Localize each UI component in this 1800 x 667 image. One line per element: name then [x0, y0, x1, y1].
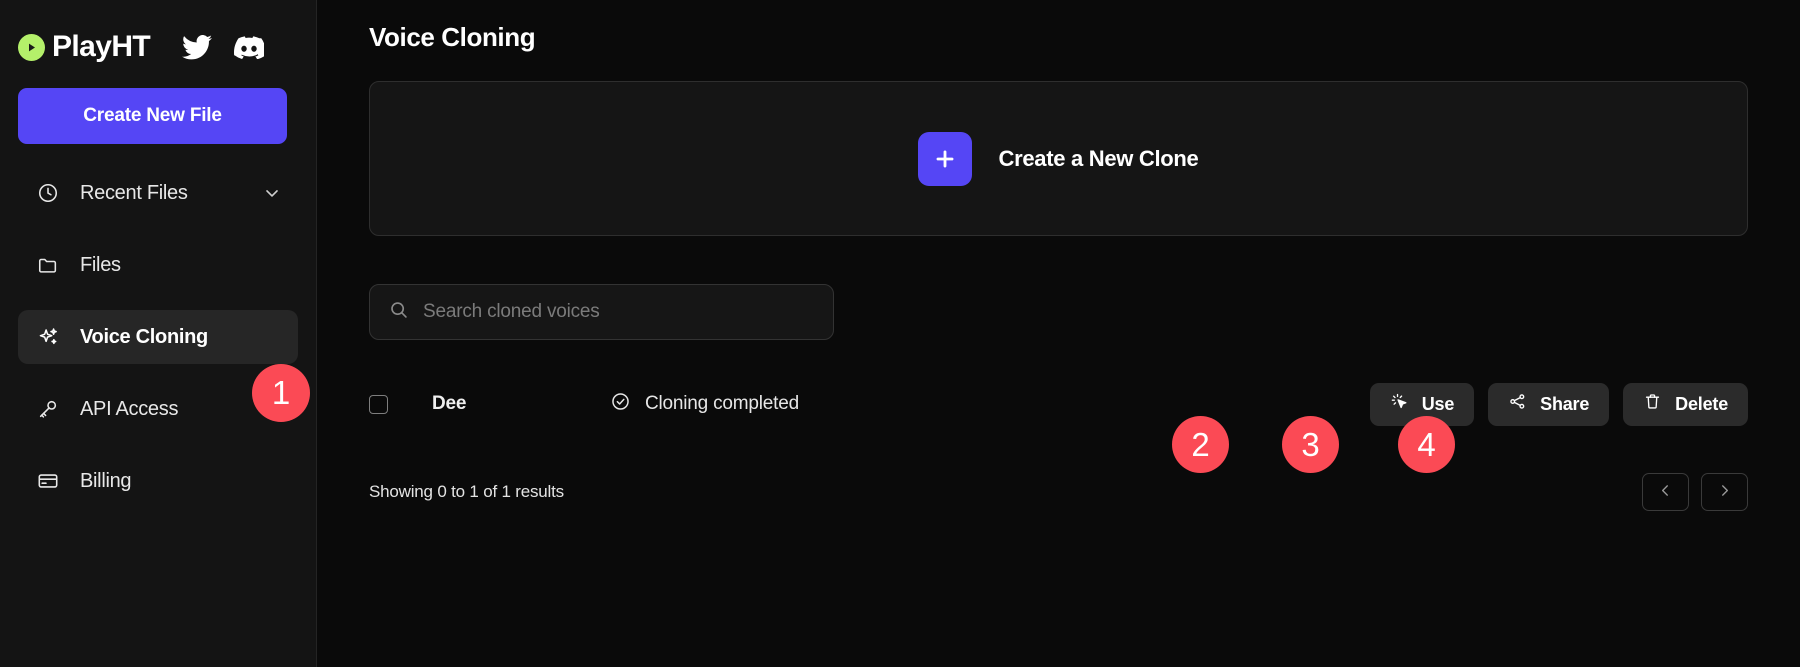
row-checkbox[interactable]	[369, 394, 388, 414]
delete-button[interactable]: Delete	[1623, 382, 1748, 426]
annotation-badge-number: 1	[271, 374, 291, 411]
annotation-badge-number: 2	[1191, 425, 1210, 463]
create-new-clone-label: Create a New Clone	[998, 145, 1199, 171]
status-badge: Cloning completed	[610, 391, 799, 417]
chevron-down-icon[interactable]	[262, 183, 282, 203]
annotation-badge-number: 4	[1417, 425, 1436, 463]
annotation-badge-number: 3	[1301, 425, 1320, 463]
key-icon	[36, 397, 60, 421]
status-label: Cloning completed	[645, 393, 799, 414]
sidebar-item-files[interactable]: Files	[18, 238, 298, 292]
page-title: Voice Cloning	[369, 22, 536, 52]
folder-icon	[36, 253, 60, 277]
annotation-badge-4: 4	[1398, 416, 1455, 473]
annotation-badge-2: 2	[1172, 416, 1229, 473]
brand-row: PlayHT	[0, 0, 316, 72]
sidebar-item-label: Files	[80, 253, 121, 276]
twitter-icon[interactable]	[182, 34, 213, 60]
app-root: PlayHT Create New File Recent Files File…	[0, 0, 1800, 667]
create-new-file-button[interactable]: Create New File	[18, 88, 287, 144]
sidebar-item-billing[interactable]: Billing	[18, 454, 298, 508]
annotation-badge-3: 3	[1282, 416, 1339, 473]
discord-icon[interactable]	[234, 35, 265, 59]
sidebar-item-label: API Access	[80, 397, 179, 420]
use-button-label: Use	[1421, 393, 1455, 414]
annotation-badge-1: 1	[252, 364, 310, 422]
main-content: Voice Cloning Create a New Clone Dee Clo…	[317, 0, 1800, 667]
sidebar-nav: Recent Files Files Voice Cloning API Acc…	[0, 166, 316, 508]
create-new-clone-box[interactable]: Create a New Clone	[369, 81, 1748, 236]
search-input[interactable]	[423, 301, 815, 323]
sidebar-item-recent-files[interactable]: Recent Files	[18, 166, 298, 220]
clock-icon	[36, 181, 60, 205]
social-links	[182, 34, 265, 60]
brand-name: PlayHT	[52, 30, 151, 63]
trash-icon	[1643, 392, 1662, 416]
results-count: Showing 0 to 1 of 1 results	[369, 482, 564, 501]
search-icon	[388, 299, 409, 325]
sparkles-icon	[36, 325, 60, 349]
table-row: Dee Cloning completed Use Share Delete	[369, 382, 1748, 426]
sidebar-item-voice-cloning[interactable]: Voice Cloning	[18, 310, 298, 364]
pagination-next-button[interactable]	[1701, 473, 1748, 511]
chevron-right-icon	[1716, 482, 1733, 502]
search-cloned-voices[interactable]	[369, 284, 834, 340]
share-icon	[1508, 392, 1527, 416]
voice-name: Dee	[432, 393, 467, 414]
pagination-prev-button[interactable]	[1642, 473, 1689, 511]
delete-button-label: Delete	[1675, 393, 1728, 414]
share-button-label: Share	[1540, 393, 1590, 414]
plus-icon	[918, 131, 973, 186]
table-footer: Showing 0 to 1 of 1 results	[369, 473, 1748, 511]
cursor-click-icon	[1390, 392, 1409, 416]
credit-card-icon	[36, 469, 60, 493]
sidebar-item-label: Billing	[80, 469, 132, 492]
sidebar-item-label: Voice Cloning	[80, 325, 208, 348]
chevron-left-icon	[1657, 482, 1674, 502]
sidebar-item-label: Recent Files	[80, 181, 188, 204]
sidebar: PlayHT Create New File Recent Files File…	[0, 0, 317, 667]
play-circle-icon	[18, 33, 45, 61]
pagination	[1642, 473, 1748, 511]
check-circle-icon	[610, 391, 631, 417]
share-button[interactable]: Share	[1488, 382, 1610, 426]
